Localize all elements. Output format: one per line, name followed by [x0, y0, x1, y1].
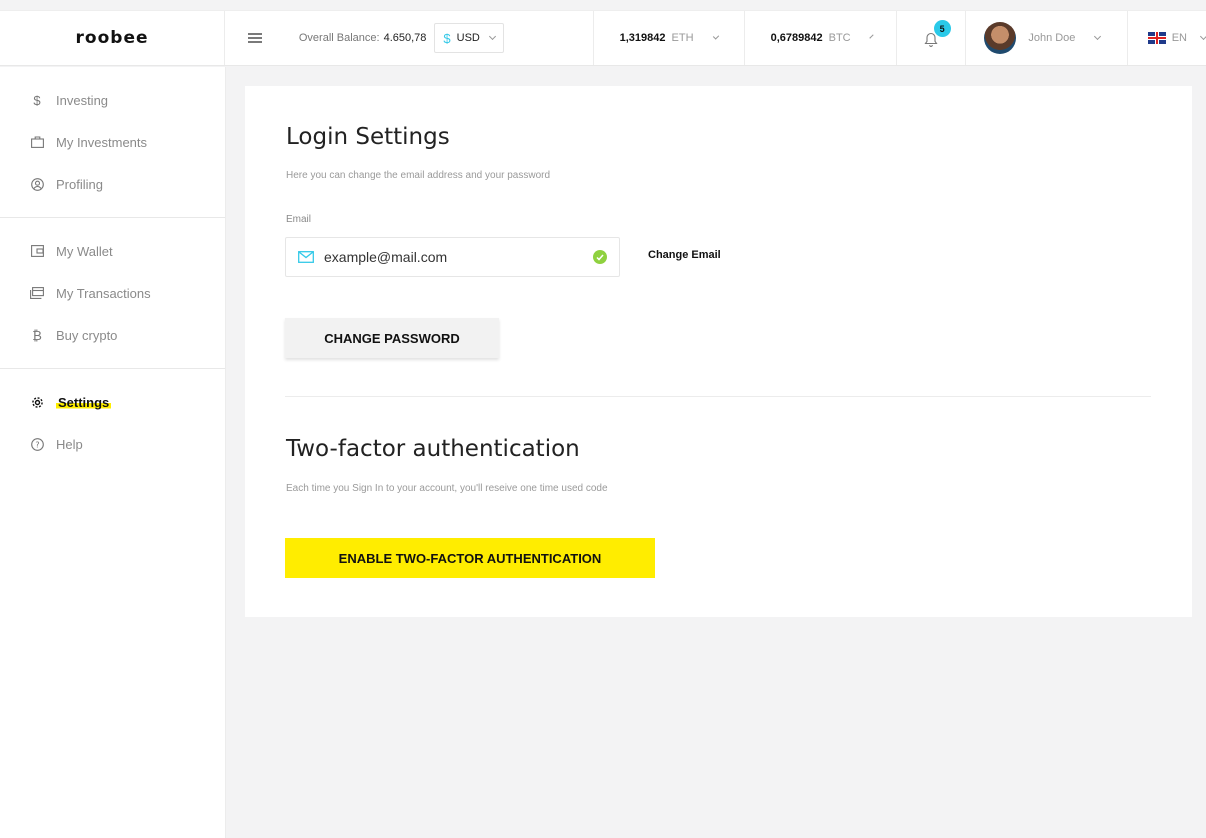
eth-balance-select[interactable]: 1,319842 ETH: [594, 11, 745, 65]
sidebar-item-label: Help: [56, 436, 83, 452]
btc-symbol: BTC: [828, 32, 851, 44]
check-icon: [593, 250, 607, 264]
language-select[interactable]: EN: [1128, 11, 1206, 65]
dollar-icon: $: [443, 30, 451, 46]
user-menu[interactable]: John Doe: [966, 11, 1128, 65]
notification-count-badge: 5: [933, 20, 951, 37]
mail-icon: [298, 251, 314, 263]
chevron-down-icon: [1199, 32, 1206, 41]
user-name: John Doe: [1028, 32, 1076, 44]
sidebar-item-my-investments[interactable]: My Investments: [0, 121, 225, 163]
login-settings-subtitle: Here you can change the email address an…: [286, 170, 551, 181]
chevron-down-icon: [1094, 32, 1102, 41]
settings-card: Login Settings Here you can change the e…: [245, 86, 1192, 617]
gear-icon: [30, 395, 44, 409]
transactions-icon: [30, 286, 44, 300]
language-value: EN: [1171, 32, 1187, 44]
uk-flag-icon: [1147, 32, 1166, 44]
sidebar-item-settings[interactable]: Settings: [0, 381, 225, 423]
nav-group-wallet: My Wallet My Transactions ₿ Buy crypto: [0, 217, 225, 368]
sidebar-item-my-wallet[interactable]: My Wallet: [0, 230, 225, 272]
sidebar-item-label: Buy crypto: [56, 327, 118, 343]
chevron-down-icon: [869, 34, 874, 39]
currency-value: USD: [456, 32, 480, 44]
overall-balance: Overall Balance: 4.650,78 $ USD: [275, 11, 594, 65]
hamburger-icon: [247, 33, 262, 43]
nav-group-settings: Settings ? Help: [0, 368, 225, 477]
top-bar: roobee Overall Balance: 4.650,78 $ USD 1…: [0, 10, 1206, 66]
eth-symbol: ETH: [671, 32, 694, 44]
eth-amount: 1,319842: [619, 32, 666, 44]
notifications-button[interactable]: 5: [897, 11, 967, 65]
email-label: Email: [286, 214, 312, 225]
sidebar-item-my-transactions[interactable]: My Transactions: [0, 272, 225, 314]
dollar-icon: $: [33, 92, 41, 108]
btc-balance-select[interactable]: 0,6789842 BTC: [745, 11, 897, 65]
sidebar-item-profiling[interactable]: Profiling: [0, 163, 225, 205]
briefcase-icon: [30, 135, 44, 149]
help-icon: ?: [30, 437, 44, 451]
logo[interactable]: roobee: [0, 11, 226, 65]
svg-text:?: ?: [35, 440, 39, 449]
sidebar-item-label: Investing: [56, 92, 109, 108]
balance-label: Overall Balance:: [298, 32, 380, 44]
login-settings-title: Login Settings: [286, 124, 450, 150]
sidebar-item-buy-crypto[interactable]: ₿ Buy crypto: [0, 314, 225, 356]
user-circle-icon: [30, 177, 44, 191]
wallet-icon: [30, 244, 44, 258]
chevron-down-icon: [489, 32, 497, 41]
sidebar-item-investing[interactable]: $ Investing: [0, 79, 225, 121]
two-factor-title: Two-factor authentication: [286, 436, 580, 462]
change-email-link[interactable]: Change Email: [648, 249, 721, 261]
menu-toggle-button[interactable]: [235, 11, 275, 65]
currency-select[interactable]: $ USD: [434, 23, 505, 53]
bitcoin-icon: ₿: [32, 327, 42, 343]
sidebar-item-label: Profiling: [56, 176, 103, 192]
email-field[interactable]: [285, 237, 620, 277]
sidebar: $ Investing My Investments Profiling My …: [0, 67, 226, 838]
sidebar-item-label: Settings: [56, 394, 112, 410]
avatar: [984, 22, 1017, 54]
nav-group-invest: $ Investing My Investments Profiling: [0, 67, 225, 217]
sidebar-item-help[interactable]: ? Help: [0, 423, 225, 465]
btc-amount: 0,6789842: [770, 32, 823, 44]
email-input[interactable]: [324, 249, 574, 265]
change-password-button[interactable]: CHANGE PASSWORD: [285, 318, 499, 358]
enable-two-factor-button[interactable]: ENABLE TWO-FACTOR AUTHENTICATION: [285, 538, 655, 578]
sidebar-item-label: My Transactions: [56, 285, 151, 301]
balance-value: 4.650,78: [383, 32, 427, 44]
sidebar-item-label: My Wallet: [56, 243, 113, 259]
section-divider: [285, 396, 1151, 397]
chevron-down-icon: [712, 33, 719, 40]
two-factor-subtitle: Each time you Sign In to your account, y…: [286, 483, 608, 494]
sidebar-item-label: My Investments: [56, 134, 148, 150]
